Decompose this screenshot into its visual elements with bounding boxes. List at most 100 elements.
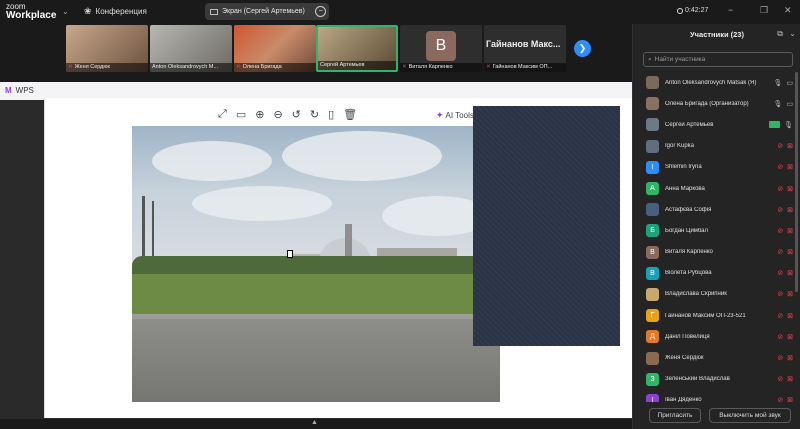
minimize-icon[interactable]: − [728, 5, 733, 15]
zoom-logo[interactable]: zoom Workplace [6, 2, 56, 21]
mic-off-icon: ⊘ [777, 355, 784, 363]
video-thumb-2[interactable]: Anton Oleksandrovych M... [150, 25, 232, 72]
mic-icon: 🎙 [773, 79, 783, 87]
avatar [646, 97, 659, 111]
viewer-toolbar: ⤢ ▭ ⊕ ⊖ ↺ ↻ ▯ 🗑 [218, 108, 357, 121]
mute-me-button[interactable]: Выключить мой звук [709, 408, 791, 423]
participant-row[interactable]: Igor Kupka ⊘ ⊠ [633, 136, 800, 157]
popout-icon[interactable]: ⧉ [777, 29, 783, 39]
chevron-down-icon[interactable]: ⌄ [62, 7, 69, 16]
participant-row[interactable]: I Shlemin Iryna ⊘ ⊠ [633, 157, 800, 178]
video-thumb-6[interactable]: Гайнанов Макс... ✕ Гайнанов Максим ОП... [484, 25, 566, 72]
mic-off-icon: ⊘ [777, 227, 784, 235]
participant-status: ⊘ ⊠ [777, 206, 793, 214]
participant-row[interactable]: З Зеленський Владислав ⊘ ⊠ [633, 369, 800, 390]
camera-off-icon: ⊠ [787, 227, 793, 235]
thumb-name-text: Виталя Карпенко [408, 64, 453, 70]
timer-text: 0:42:27 [685, 7, 709, 14]
camera-off-icon: ⊠ [787, 355, 793, 363]
participant-status: ⊘ ⊠ [777, 185, 793, 193]
zoom-in-icon[interactable]: ⊕ [255, 108, 264, 121]
rotate-left-icon[interactable]: ↺ [292, 108, 301, 121]
close-icon[interactable]: ✕ [784, 5, 792, 16]
thumb-name-text: Сергей Артемьев [320, 62, 365, 68]
avatar: І [646, 393, 659, 402]
participant-row[interactable]: В Виталя Карпенко ⊘ ⊠ [633, 242, 800, 263]
sparkle-icon: ✦ [436, 110, 444, 120]
camera-off-icon: ⊠ [787, 397, 793, 402]
avatar: Д [646, 330, 659, 344]
conference-label: Конференция [95, 7, 147, 16]
video-thumbnail-strip: ✕ Женя Сердюк Anton Oleksandrovych M... ✕… [0, 24, 632, 74]
zoom-out-icon[interactable]: ⊖ [273, 108, 282, 121]
stop-view-icon[interactable]: − [315, 6, 326, 17]
mic-off-icon: ✕ [402, 64, 407, 70]
shared-screen: M WPS ⤢ ▭ ⊕ ⊖ ↺ ↻ ▯ 🗑 ✦ AI Tools [0, 82, 632, 419]
participant-row[interactable]: Владислава Скрипник ⊘ ⊠ [633, 284, 800, 305]
mouse-icon[interactable]: ▯ [328, 108, 334, 121]
video-thumb-1[interactable]: ✕ Женя Сердюк [66, 25, 148, 72]
participant-row[interactable]: Олена Бригада (Организатор) 🎙 ▭ [633, 93, 800, 114]
photo-cloud [192, 186, 332, 221]
next-page-button[interactable]: ❯ [574, 40, 591, 57]
rotate-right-icon[interactable]: ↻ [310, 108, 319, 121]
chevron-up-icon[interactable]: ▲ [311, 419, 318, 426]
video-thumb-5[interactable]: В ✕ Виталя Карпенко [400, 25, 482, 72]
camera-off-icon: ⊠ [787, 333, 793, 341]
panel-title: Участники (23) [690, 30, 744, 39]
restore-icon[interactable]: ❐ [760, 5, 768, 16]
share-label: Экран (Сергей Артемьев) [222, 8, 305, 15]
video-thumb-active-speaker[interactable]: Сергей Артемьев [316, 25, 398, 72]
mic-off-icon: ⊘ [777, 397, 784, 402]
participant-row[interactable]: Б Богдан Цимбал ⊘ ⊠ [633, 220, 800, 241]
participant-name: Гайнанов Максим ОП-23-521 [665, 312, 746, 319]
participant-row[interactable]: І Іван Дяденко ⊘ ⊠ [633, 390, 800, 402]
participant-name: Владислава Скрипник [665, 291, 727, 298]
clock-icon [677, 7, 683, 14]
participant-row[interactable]: Астафєва Софія ⊘ ⊠ [633, 199, 800, 220]
thumb-name: Anton Oleksandrovych M... [150, 63, 232, 72]
scrollbar[interactable] [795, 72, 798, 292]
avatar: Г [646, 309, 659, 323]
fit-icon[interactable]: ▭ [236, 108, 246, 121]
mic-off-icon: ✕ [68, 64, 73, 70]
mic-off-icon: ⊘ [777, 376, 784, 384]
camera-off-icon: ⊠ [787, 376, 793, 384]
participant-status: ⊘ ⊠ [777, 227, 793, 235]
participant-row[interactable]: В Віолета Рубцова ⊘ ⊠ [633, 263, 800, 284]
thumb-name-text: Олена Бригада [242, 64, 282, 70]
fullscreen-icon[interactable]: ⤢ [218, 108, 227, 121]
avatar [646, 287, 659, 301]
meeting-timer: 0:42:27 [677, 7, 708, 14]
thumb-name: ✕ Виталя Карпенко [400, 63, 482, 72]
participant-row[interactable]: А Анна Маркова ⊘ ⊠ [633, 178, 800, 199]
invite-button[interactable]: Пригласить [649, 408, 701, 423]
photo-field [132, 274, 500, 316]
participant-row[interactable]: Женя Сердюк ⊘ ⊠ [633, 347, 800, 368]
ai-tools-button[interactable]: ✦ AI Tools [436, 110, 474, 121]
participant-row[interactable]: Сергей Артемьев 🎙 [633, 114, 800, 135]
participant-search-input[interactable]: ⌕ Найти участника [643, 52, 793, 67]
arrow-right-icon: ❯ [578, 43, 587, 53]
camera-off-icon: ⊠ [787, 249, 793, 257]
video-thumb-3[interactable]: ✕ Олена Бригада [234, 25, 316, 72]
mic-off-icon: ✕ [236, 64, 241, 70]
participant-row[interactable]: Г Гайнанов Максим ОП-23-521 ⊘ ⊠ [633, 305, 800, 326]
video-on-icon [769, 120, 781, 128]
delete-icon[interactable]: 🗑 [343, 108, 357, 121]
panel-header: Участники (23) ⧉ ⌄ [633, 24, 800, 46]
participant-name: Anton Oleksandrovych Matsak (Я) [665, 79, 757, 86]
participant-row[interactable]: Д Даніл Повелиця ⊘ ⊠ [633, 326, 800, 347]
close-panel-icon[interactable]: ⌄ [789, 29, 796, 38]
participant-name: Віолета Рубцова [665, 270, 712, 277]
participant-status: 🎙 ▭ [773, 100, 793, 108]
participant-row[interactable]: Anton Oleksandrovych Matsak (Я) 🎙 ▭ [633, 72, 800, 93]
screen-share-indicator[interactable]: Экран (Сергей Артемьев) − [205, 3, 329, 20]
bottom-bar: ▲ [0, 419, 632, 429]
window-controls: 0:42:27 − ❐ ✕ [632, 0, 800, 24]
thumb-big-name: Гайнанов Макс... [486, 39, 561, 49]
conference-menu[interactable]: ❀ Конференция [84, 6, 147, 17]
camera-off-icon: ⊠ [787, 270, 793, 278]
participant-name: Астафєва Софія [665, 206, 712, 213]
photo-road [132, 319, 500, 402]
